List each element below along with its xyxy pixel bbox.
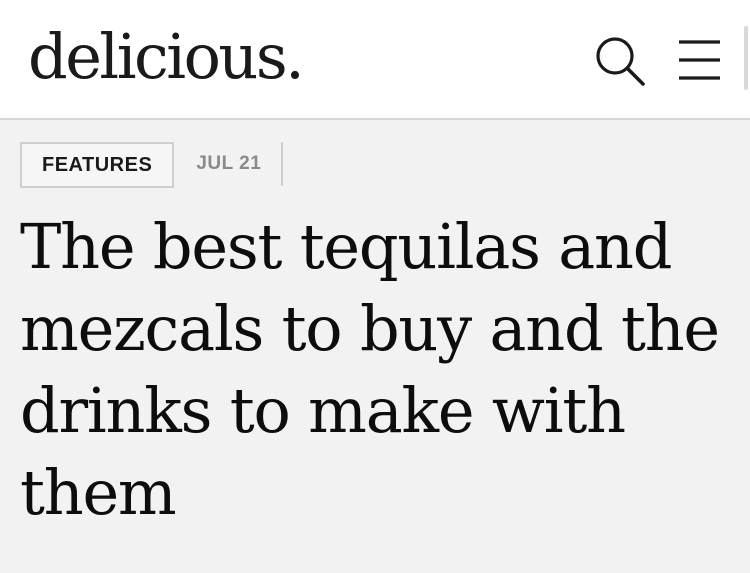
site-logo[interactable]: delicious. [28, 12, 305, 102]
hamburger-menu-icon [679, 40, 720, 80]
scrollbar[interactable] [744, 26, 748, 90]
article-headline: The best tequilas and mezcals to buy and… [20, 210, 720, 529]
article-meta: FEATURES JUL 21 [20, 142, 284, 188]
menu-button[interactable] [676, 38, 722, 84]
category-tag[interactable]: FEATURES [20, 142, 175, 188]
site-header: delicious. [0, 0, 750, 120]
search-button[interactable] [592, 33, 648, 89]
publish-date: JUL 21 [174, 142, 284, 186]
search-icon [596, 37, 645, 86]
